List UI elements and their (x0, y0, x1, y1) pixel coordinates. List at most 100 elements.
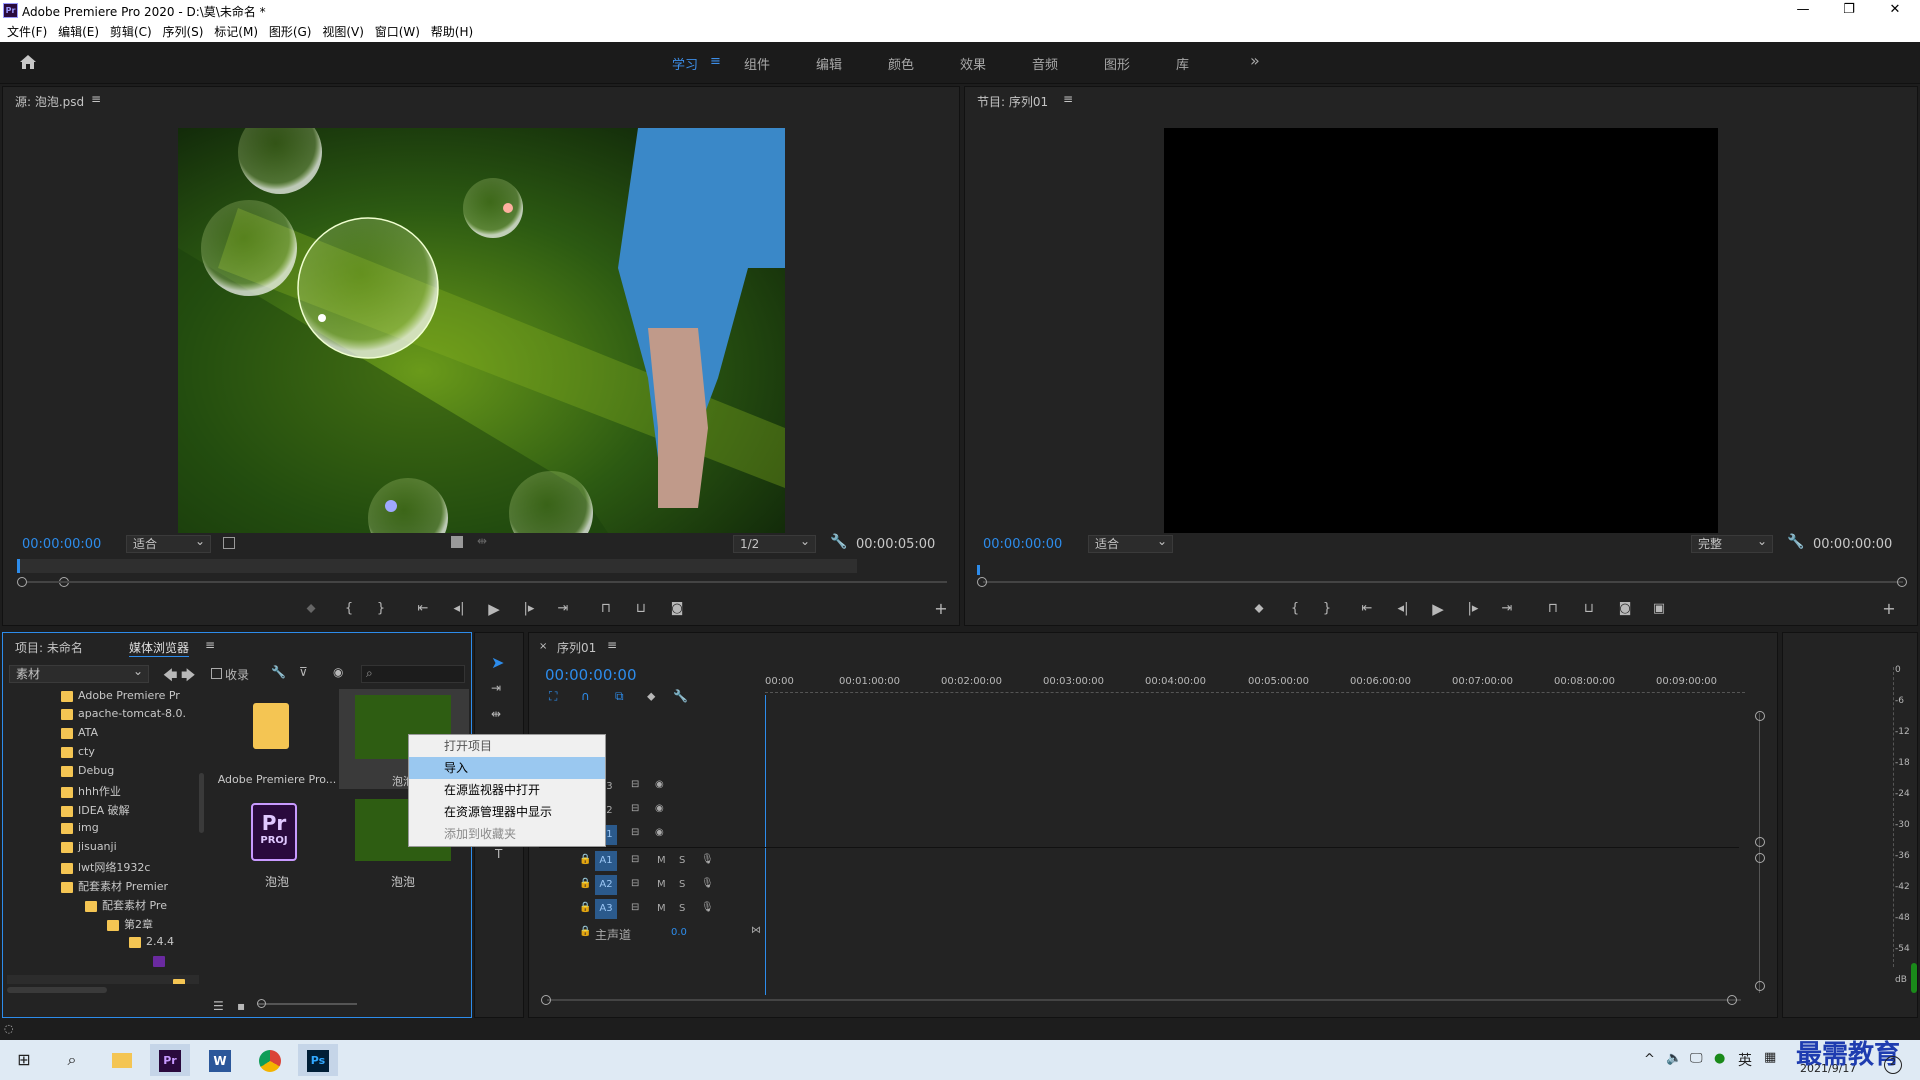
photoshop-taskbar-icon[interactable]: Ps (298, 1044, 338, 1076)
lock-icon[interactable]: 🔒 (579, 926, 591, 937)
windows-start-icon[interactable]: ⊞ (4, 1044, 44, 1076)
solo-button[interactable]: S (679, 855, 685, 866)
drag-video-icon[interactable] (451, 536, 463, 548)
snap-icon[interactable]: ∩ (581, 689, 590, 703)
source-add-button-icon[interactable]: + (931, 599, 951, 618)
workspace-assembly[interactable]: 组件 (744, 54, 770, 73)
thumb-folder[interactable]: Adobe Premiere Pro... (213, 689, 337, 789)
add-marker-icon[interactable]: ⬥ (1249, 601, 1269, 616)
menu-graphics[interactable]: 图形(G) (269, 22, 312, 42)
h-scroll-end-handle[interactable] (1727, 995, 1737, 1005)
scroll-handle-top[interactable] (1755, 711, 1765, 721)
tree-item[interactable]: 第2章 (107, 916, 153, 934)
notification-icon[interactable]: 2 (1884, 1056, 1902, 1074)
context-menu-reveal-in-explorer[interactable]: 在资源管理器中显示 (409, 801, 605, 823)
icon-view-icon[interactable]: ▪ (237, 999, 245, 1013)
network-icon[interactable]: 🖵 (1690, 1051, 1703, 1066)
close-tab-icon[interactable]: × (539, 641, 547, 652)
tree-item[interactable]: Debug (61, 764, 114, 782)
tree-item[interactable]: lwt网络1932c (61, 859, 150, 877)
timeline-settings-icon[interactable]: 🔧 (673, 689, 688, 703)
thumbnail-zoom-handle[interactable] (257, 999, 266, 1008)
play-icon[interactable]: ▶ (484, 600, 504, 618)
context-menu-add-favorite[interactable]: 添加到收藏夹 (409, 823, 605, 845)
microphone-icon[interactable]: 🎙 (701, 854, 714, 865)
workspace-learn[interactable]: 学习 (672, 54, 698, 73)
tray-chevron-icon[interactable]: ^ (1644, 1052, 1655, 1067)
scroll-handle-mid[interactable] (1755, 837, 1765, 847)
menu-help[interactable]: 帮助(H) (431, 22, 473, 42)
sync-lock-icon[interactable]: ⊟ (631, 902, 639, 913)
microphone-icon[interactable]: 🎙 (701, 878, 714, 889)
source-zoom-bar[interactable] (27, 581, 947, 583)
add-marker-icon[interactable]: ⬥ (647, 689, 655, 704)
back-arrow-icon[interactable]: 🡄 (163, 665, 177, 689)
tree-item[interactable]: 2.4.4 (129, 935, 174, 953)
play-icon[interactable]: ▶ (1428, 600, 1448, 618)
tab-media-browser[interactable]: 媒体浏览器 (129, 639, 190, 657)
sync-lock-icon[interactable]: ⊟ (631, 827, 639, 838)
menu-file[interactable]: 文件(F) (7, 22, 47, 42)
menu-edit[interactable]: 编辑(E) (58, 22, 99, 42)
context-menu-open-project[interactable]: 打开项目 (409, 735, 605, 757)
go-to-in-icon[interactable]: ⇤ (1357, 601, 1377, 616)
scroll-handle-bottom[interactable] (1755, 981, 1765, 991)
menu-marker[interactable]: 标记(M) (214, 22, 258, 42)
sync-lock-icon[interactable]: ⊟ (631, 854, 639, 865)
tree-item[interactable]: img (61, 821, 99, 839)
step-forward-icon[interactable]: |▸ (1463, 601, 1483, 616)
search-input[interactable]: ⌕ (361, 665, 465, 683)
step-back-icon[interactable]: ◂| (449, 601, 469, 616)
export-frame-icon[interactable]: ◙ (667, 601, 687, 616)
menu-view[interactable]: 视图(V) (322, 22, 364, 42)
workspace-menu-icon[interactable]: ≡ (710, 54, 721, 69)
close-icon[interactable]: ✕ (1872, 0, 1918, 22)
program-playhead[interactable] (977, 565, 980, 575)
source-playhead[interactable] (17, 559, 20, 573)
time-ruler[interactable]: 00:00 00:01:00:00 00:02:00:00 00:03:00:0… (765, 676, 1745, 700)
go-to-out-icon[interactable]: ⇥ (553, 601, 573, 616)
video-track-v3[interactable]: V3 ⊟ ◉ (579, 777, 1739, 799)
master-track[interactable]: 🔒 主声道 0.0 ⋈ (579, 923, 1739, 945)
menu-clip[interactable]: 剪辑(C) (110, 22, 152, 42)
eye-icon[interactable]: ◉ (655, 827, 664, 838)
go-to-in-icon[interactable]: ⇤ (413, 601, 433, 616)
add-marker-icon[interactable]: ⬥ (301, 601, 321, 616)
nest-icon[interactable]: ⛶ (549, 689, 557, 704)
search-icon[interactable]: ⌕ (52, 1044, 92, 1076)
source-type-dropdown[interactable]: 素材 (9, 663, 149, 683)
insert-icon[interactable]: ⊓ (596, 601, 616, 616)
master-volume-value[interactable]: 0.0 (671, 927, 687, 938)
tree-item-selected[interactable] (7, 975, 199, 984)
extract-icon[interactable]: ⊔ (1579, 601, 1599, 616)
tree-item[interactable] (153, 954, 170, 972)
mark-out-icon[interactable]: } (1317, 601, 1337, 616)
h-scroll-start-handle[interactable] (541, 995, 551, 1005)
timeline-timecode[interactable]: 00:00:00:00 (545, 666, 637, 684)
favorites-checkbox[interactable] (211, 668, 222, 679)
workspace-audio[interactable]: 音频 (1032, 54, 1058, 73)
source-resolution-dropdown[interactable]: 1/2 (733, 533, 816, 553)
tree-vertical-scrollbar[interactable] (199, 773, 204, 833)
program-fit-dropdown[interactable]: 适合 (1088, 533, 1173, 553)
tree-horizontal-scrollbar[interactable] (7, 987, 107, 993)
linked-selection-icon[interactable]: ⧉ (615, 689, 624, 704)
workspace-color[interactable]: 颜色 (888, 54, 914, 73)
minimize-icon[interactable]: — (1780, 0, 1826, 22)
audio-track-a1[interactable]: 🔒 A1 ⊟ M S 🎙 (579, 851, 1739, 873)
tree-item[interactable]: apache-tomcat-8.0. (61, 707, 186, 725)
chrome-taskbar-icon[interactable] (250, 1044, 290, 1076)
type-tool-icon[interactable]: T (495, 847, 502, 861)
menu-window[interactable]: 窗口(W) (375, 22, 420, 42)
workspace-libraries[interactable]: 库 (1176, 54, 1189, 73)
mute-button[interactable]: M (657, 879, 666, 890)
wrench-icon[interactable]: 🔧 (1787, 534, 1804, 550)
program-quality-dropdown[interactable]: 完整 (1691, 533, 1773, 553)
workspace-editing[interactable]: 编辑 (816, 54, 842, 73)
panel-menu-icon[interactable]: ≡ (91, 92, 101, 106)
filter-icon[interactable]: ⊽ (299, 665, 308, 679)
security-icon[interactable]: ● (1714, 1051, 1725, 1066)
tree-item[interactable]: IDEA 破解 (61, 802, 130, 820)
source-time-ruler[interactable] (17, 559, 857, 573)
eye-icon[interactable]: ◉ (655, 779, 664, 790)
